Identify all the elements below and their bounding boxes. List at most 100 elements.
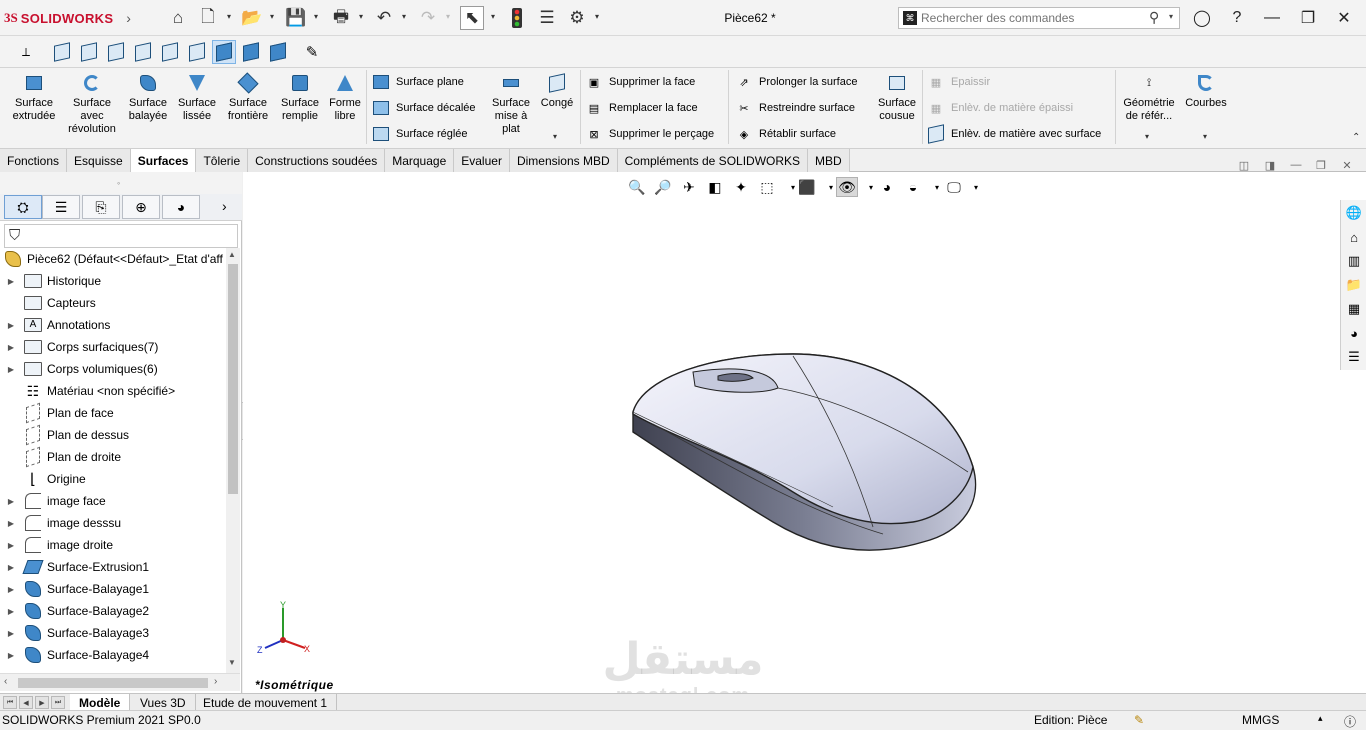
tab-constructions-soudees[interactable]: Constructions soudées xyxy=(248,149,386,172)
command-search[interactable]: ⌘ ⚲ ▾ xyxy=(898,7,1180,29)
rebuild-icon[interactable]: ✎ xyxy=(1134,713,1144,727)
home-icon[interactable]: ⌂ xyxy=(166,6,190,30)
solidworks-logo[interactable]: 3S SOLIDWORKS › xyxy=(4,8,140,28)
next-tab-icon[interactable]: ▶ xyxy=(35,696,49,709)
tree-item-capteurs[interactable]: Capteurs xyxy=(0,292,226,314)
surface-revolution-button[interactable]: Surface avec révolution xyxy=(64,72,120,136)
view-palette-icon[interactable]: ▦ xyxy=(1344,299,1364,319)
tab-complements[interactable]: Compléments de SOLIDWORKS xyxy=(617,149,809,172)
gear-icon[interactable]: ⚙ xyxy=(565,6,589,30)
tab-mbd[interactable]: MBD xyxy=(808,149,850,172)
info-icon[interactable]: ⓘ xyxy=(1344,713,1356,730)
scroll-right-icon[interactable]: › xyxy=(214,676,217,687)
tree-item-corps-surfaciques[interactable]: ▶ Corps surfaciques(7) xyxy=(0,336,226,358)
geometrie-reference-button[interactable]: ⟟ Géométrie de référ... xyxy=(1118,72,1180,123)
filter-icon[interactable]: ⛉ xyxy=(4,224,238,248)
home-icon[interactable]: ⌂ xyxy=(1344,227,1364,247)
chevron-down-icon[interactable]: ▾ xyxy=(553,132,557,141)
supprimer-face-button[interactable]: ▣ Supprimer la face xyxy=(585,72,695,92)
tree-item-surface-extrusion1[interactable]: ▶ Surface-Extrusion1 xyxy=(0,556,226,578)
search-icon[interactable]: ⚲ xyxy=(1149,9,1159,26)
scroll-down-icon[interactable]: ▼ xyxy=(228,658,236,667)
first-tab-icon[interactable]: ⏮ xyxy=(3,696,17,709)
mouse-model[interactable] xyxy=(623,342,993,562)
chevron-down-icon[interactable]: ▾ xyxy=(1145,132,1149,141)
tab-tolerie[interactable]: Tôlerie xyxy=(196,149,249,172)
tree-item-image-droite[interactable]: ▶ image droite xyxy=(0,534,226,556)
tab-etude-mouvement[interactable]: Etude de mouvement 1 xyxy=(194,694,338,711)
panel-grip[interactable]: ◦ xyxy=(0,172,242,194)
enlev-epaissi-button[interactable]: ▦ Enlèv. de matière épaissi xyxy=(927,98,1073,118)
chevron-right-icon[interactable]: › xyxy=(222,198,227,214)
back-view-icon[interactable] xyxy=(77,40,101,64)
prolonger-surface-button[interactable]: ⇗ Prolonger la surface xyxy=(735,72,857,92)
surface-balayee-button[interactable]: Surface balayée xyxy=(124,72,172,123)
open-folder-icon[interactable]: 📂 xyxy=(240,6,264,30)
print-icon[interactable]: 🖶 xyxy=(329,6,353,30)
tree-item-historique[interactable]: ▶ Historique xyxy=(0,270,226,292)
surface-frontiere-button[interactable]: Surface frontière xyxy=(222,72,274,123)
courbes-button[interactable]: Courbes xyxy=(1182,72,1230,110)
tree-item-plan-de-face[interactable]: Plan de face xyxy=(0,402,226,424)
surface-remplie-button[interactable]: Surface remplie xyxy=(276,72,324,123)
remplacer-face-button[interactable]: ▤ Remplacer la face xyxy=(585,98,698,118)
forme-libre-button[interactable]: Forme libre xyxy=(326,72,364,123)
trimetric-view-icon[interactable] xyxy=(239,40,263,64)
file-properties-icon[interactable]: ☰ xyxy=(535,6,559,30)
tab-evaluer[interactable]: Evaluer xyxy=(454,149,510,172)
previous-tab-icon[interactable]: ◀ xyxy=(19,696,33,709)
expand-icon[interactable]: ▶ xyxy=(0,541,22,550)
hide-show-items-icon[interactable]: 👁 xyxy=(836,177,858,197)
close-icon[interactable]: ✕ xyxy=(1330,6,1358,30)
surface-reglee-button[interactable]: Surface réglée xyxy=(372,124,468,144)
expand-icon[interactable]: ▶ xyxy=(0,365,22,374)
retablir-surface-button[interactable]: ◈ Rétablir surface xyxy=(735,124,836,144)
tree-root[interactable]: Pièce62 (Défaut<<Défaut>_Etat d'aff xyxy=(0,248,226,270)
tab-vues-3d[interactable]: Vues 3D xyxy=(131,694,196,711)
top-view-icon[interactable] xyxy=(158,40,182,64)
minimize-icon[interactable]: — xyxy=(1258,6,1286,30)
tree-item-image-face[interactable]: ▶ image face xyxy=(0,490,226,512)
isometric-view-icon[interactable] xyxy=(212,40,236,64)
restreindre-surface-button[interactable]: ✂ Restreindre surface xyxy=(735,98,855,118)
supprimer-percage-button[interactable]: ⊠ Supprimer le perçage xyxy=(585,124,714,144)
viewport-close-icon[interactable]: ✕ xyxy=(1338,158,1356,172)
scroll-thumb[interactable] xyxy=(18,678,208,688)
tree-item-image-desssu[interactable]: ▶ image desssu xyxy=(0,512,226,534)
traffic-light-icon[interactable] xyxy=(505,6,529,30)
expand-icon[interactable]: ▶ xyxy=(0,585,22,594)
expand-icon[interactable]: ▶ xyxy=(0,519,22,528)
chevron-down-icon[interactable]: ▾ xyxy=(446,12,454,24)
collapse-ribbon-icon[interactable]: ⌃ xyxy=(1352,132,1360,143)
redo-icon[interactable]: ↷ xyxy=(416,6,440,30)
zoom-to-fit-icon[interactable]: 🔍 xyxy=(626,177,648,197)
tree-item-origine[interactable]: ⌊ Origine xyxy=(0,468,226,490)
expand-icon[interactable]: ▶ xyxy=(0,321,22,330)
tree-horizontal-scrollbar[interactable]: ‹ › xyxy=(0,673,240,691)
edit-appearance-icon[interactable]: ◕ xyxy=(876,177,898,197)
tab-modele[interactable]: Modèle xyxy=(70,694,131,711)
dynamic-annotation-icon[interactable]: ✦ xyxy=(730,177,752,197)
section-view-icon[interactable]: ◧ xyxy=(704,177,726,197)
right-view-icon[interactable] xyxy=(131,40,155,64)
bottom-view-icon[interactable] xyxy=(185,40,209,64)
tree-item-plan-de-dessus[interactable]: Plan de dessus xyxy=(0,424,226,446)
surface-cousue-button[interactable]: Surface cousue xyxy=(874,72,920,123)
chevron-up-icon[interactable]: ▴ xyxy=(1318,713,1323,724)
front-view-icon[interactable] xyxy=(50,40,74,64)
surface-extrudee-button[interactable]: Surface extrudée xyxy=(8,72,60,123)
left-view-icon[interactable] xyxy=(104,40,128,64)
units-text[interactable]: MMGS xyxy=(1242,713,1279,727)
tree-item-plan-de-droite[interactable]: Plan de droite xyxy=(0,446,226,468)
chevron-down-icon[interactable]: ▾ xyxy=(227,12,235,24)
tab-marquage[interactable]: Marquage xyxy=(385,149,455,172)
tree-item-surface-balayage2[interactable]: ▶ Surface-Balayage2 xyxy=(0,600,226,622)
tree-vertical-scrollbar[interactable]: ▲ ▼ xyxy=(226,248,240,673)
chevron-down-icon[interactable]: ▾ xyxy=(359,12,367,24)
viewport-tile-right-icon[interactable]: ◨ xyxy=(1261,158,1279,172)
surface-lissee-button[interactable]: Surface lissée xyxy=(174,72,220,123)
anchor-icon[interactable]: ⟂ xyxy=(14,40,38,64)
tab-dimensions-mbd[interactable]: Dimensions MBD xyxy=(509,149,618,172)
tab-surfaces[interactable]: Surfaces xyxy=(130,149,197,172)
surface-plane-button[interactable]: Surface plane xyxy=(372,72,464,92)
